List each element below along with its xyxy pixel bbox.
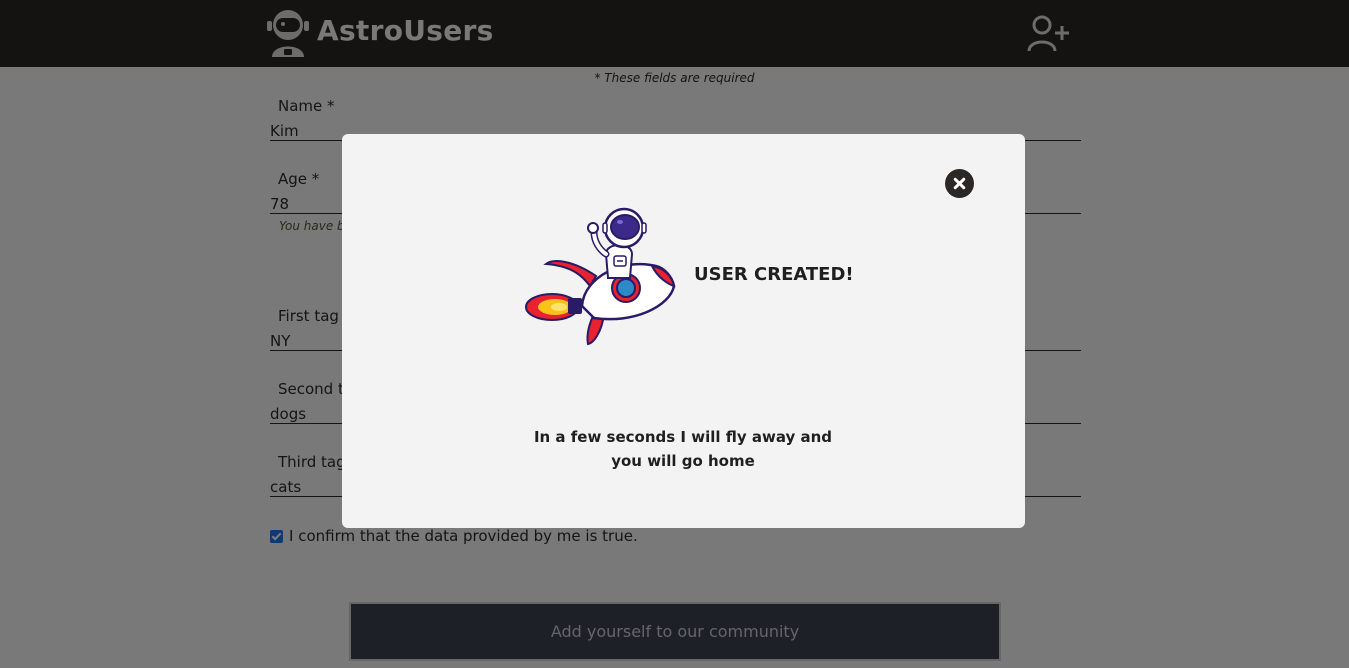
astronaut-rocket-illustration — [525, 207, 676, 346]
close-icon[interactable] — [945, 169, 974, 198]
modal-title: USER CREATED! — [694, 264, 854, 285]
success-modal: USER CREATED! In a few seconds I will fl… — [342, 134, 1025, 528]
modal-message: In a few seconds I will fly away and you… — [533, 428, 833, 470]
